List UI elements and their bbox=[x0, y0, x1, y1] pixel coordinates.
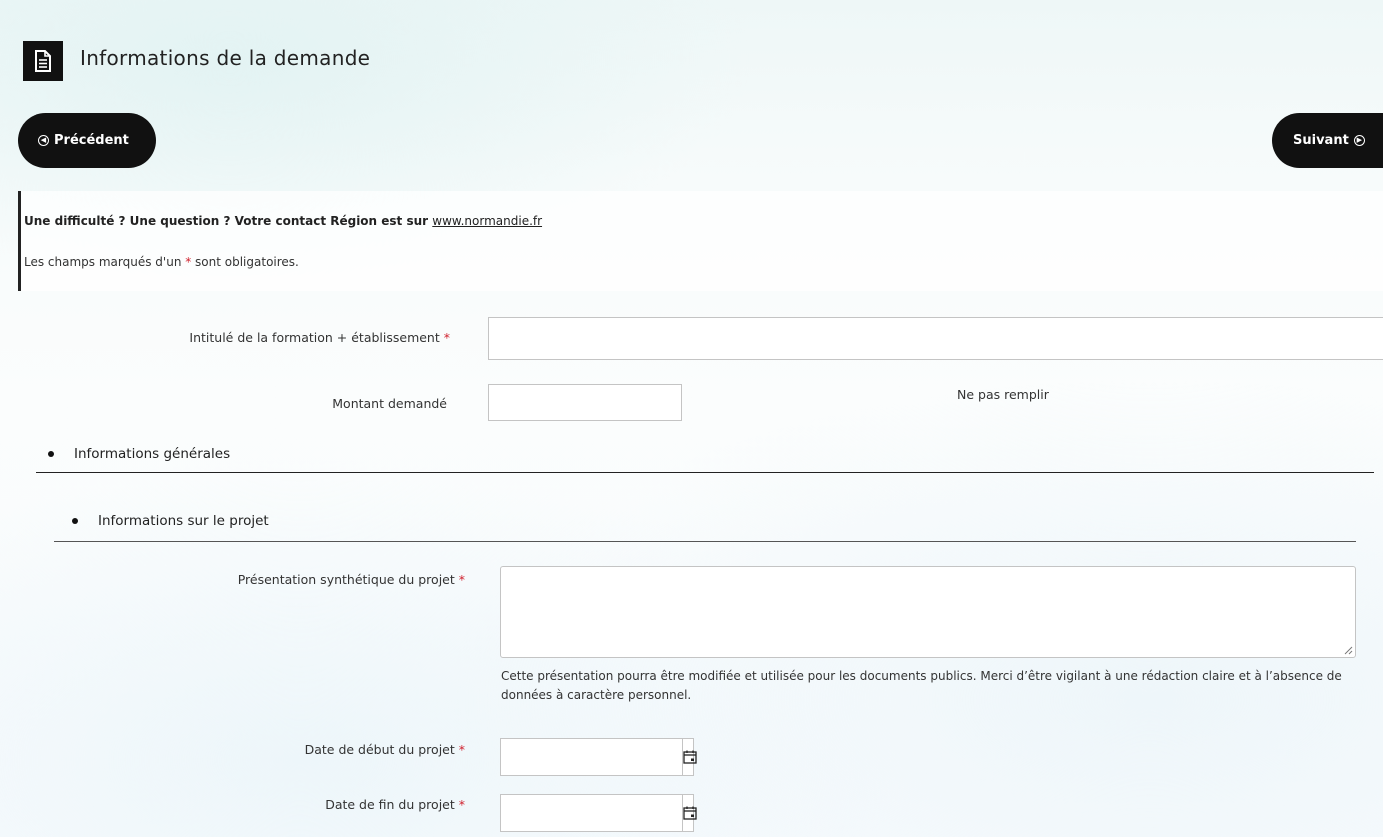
start-date-field bbox=[500, 738, 697, 776]
required-star: * bbox=[458, 742, 465, 757]
required-notice: Les champs marqués d'un * sont obligatoi… bbox=[24, 255, 299, 269]
page-title: Informations de la demande bbox=[80, 46, 371, 70]
presentation-label: Présentation synthétique du projet * bbox=[60, 572, 465, 587]
required-star: * bbox=[443, 330, 450, 345]
montant-label: Montant demandé bbox=[332, 396, 447, 411]
help-contact-label: Une difficulté ? Une question ? Votre co… bbox=[24, 214, 433, 228]
presentation-label-text: Présentation synthétique du projet bbox=[237, 572, 455, 587]
resize-handle-icon[interactable] bbox=[1343, 645, 1353, 655]
arrow-left-circle-icon: ◀ bbox=[38, 135, 49, 146]
presentation-hint: Cette présentation pourra être modifiée … bbox=[501, 669, 1342, 703]
start-date-label-text: Date de début du projet bbox=[304, 742, 455, 757]
section-general-title: Informations générales bbox=[74, 446, 231, 462]
end-date-label-text: Date de fin du projet bbox=[325, 797, 455, 812]
section-project-title: Informations sur le projet bbox=[98, 513, 269, 529]
start-date-picker-button[interactable] bbox=[682, 739, 697, 775]
arrow-right-circle-icon: ▶ bbox=[1353, 135, 1365, 146]
required-star: * bbox=[458, 797, 465, 812]
required-notice-prefix: Les champs marqués d'un bbox=[24, 255, 186, 269]
bullet-icon bbox=[72, 518, 78, 524]
montant-note: Ne pas remplir bbox=[957, 387, 1049, 402]
montant-input[interactable] bbox=[488, 384, 682, 421]
next-button[interactable]: Suivant ▶ bbox=[1272, 113, 1383, 168]
previous-button[interactable]: ◀ Précédent bbox=[18, 113, 156, 168]
previous-button-label: Précédent bbox=[54, 133, 129, 148]
section-project[interactable]: Informations sur le projet bbox=[72, 513, 269, 529]
help-contact-text: Une difficulté ? Une question ? Votre co… bbox=[24, 214, 542, 228]
formation-label-text: Intitulé de la formation + établissement bbox=[189, 330, 440, 345]
bullet-icon bbox=[48, 451, 54, 457]
next-button-label: Suivant bbox=[1293, 133, 1349, 148]
end-date-label: Date de fin du projet * bbox=[60, 797, 465, 812]
end-date-field bbox=[500, 794, 697, 832]
start-date-input[interactable] bbox=[501, 739, 682, 775]
required-notice-suffix: sont obligatoires. bbox=[191, 255, 299, 269]
end-date-picker-button[interactable] bbox=[682, 795, 697, 831]
section-project-divider bbox=[54, 541, 1356, 542]
help-panel bbox=[18, 191, 1383, 291]
section-general-divider bbox=[36, 472, 1374, 473]
formation-input[interactable] bbox=[488, 317, 1383, 360]
section-general[interactable]: Informations générales bbox=[48, 446, 230, 462]
required-star: * bbox=[458, 572, 465, 587]
presentation-textarea[interactable] bbox=[500, 566, 1356, 658]
formation-label: Intitulé de la formation + établissement… bbox=[60, 330, 450, 345]
normandie-link[interactable]: www.normandie.fr bbox=[432, 214, 542, 228]
calendar-icon bbox=[683, 750, 697, 764]
end-date-input[interactable] bbox=[501, 795, 682, 831]
calendar-icon bbox=[683, 806, 697, 820]
document-icon bbox=[23, 41, 63, 81]
start-date-label: Date de début du projet * bbox=[60, 742, 465, 757]
